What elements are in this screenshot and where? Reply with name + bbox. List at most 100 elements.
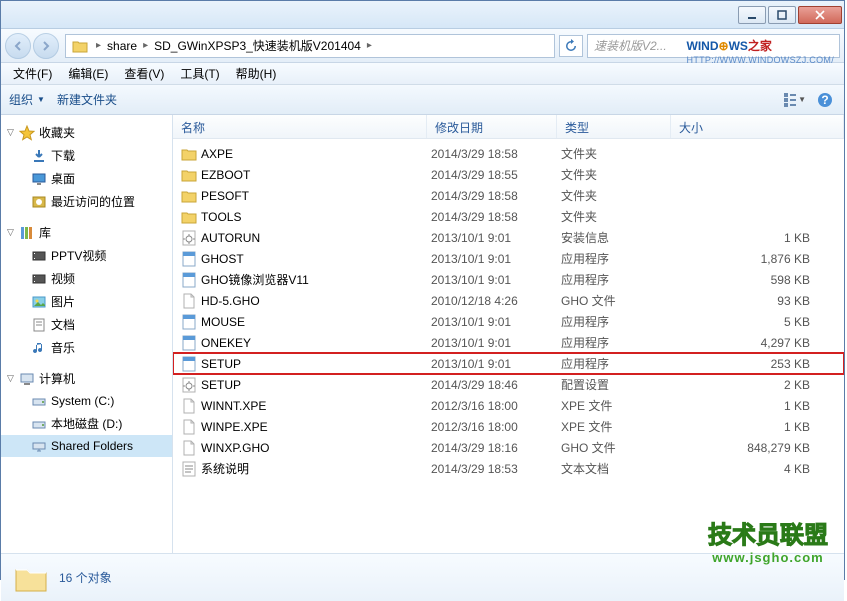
minimize-button[interactable] — [738, 6, 766, 24]
file-date: 2013/10/1 9:01 — [431, 336, 561, 350]
column-size[interactable]: 大小 — [671, 115, 844, 138]
desktop-icon — [31, 171, 47, 187]
file-size: 848,279 KB — [675, 441, 840, 455]
chevron-down-icon: ▼ — [37, 95, 45, 104]
file-size: 4,297 KB — [675, 336, 840, 350]
file-date: 2013/10/1 9:01 — [431, 357, 561, 371]
sidebar-item[interactable]: 最近访问的位置 — [1, 190, 172, 213]
chevron-right-icon: ▸ — [94, 40, 103, 51]
file-row[interactable]: AUTORUN2013/10/1 9:01安装信息1 KB — [173, 227, 844, 248]
file-date: 2013/10/1 9:01 — [431, 315, 561, 329]
file-row[interactable]: TOOLS2014/3/29 18:58文件夹 — [173, 206, 844, 227]
file-type: XPE 文件 — [561, 418, 675, 435]
column-type[interactable]: 类型 — [557, 115, 671, 138]
file-type: 文件夹 — [561, 208, 675, 225]
file-row[interactable]: EZBOOT2014/3/29 18:55文件夹 — [173, 164, 844, 185]
file-name: PESOFT — [201, 189, 431, 203]
statusbar: 16 个对象 — [1, 553, 844, 601]
sidebar-item[interactable]: 下载 — [1, 144, 172, 167]
sidebar-item[interactable]: System (C:) — [1, 390, 172, 412]
column-headers: 名称 修改日期 类型 大小 — [173, 115, 844, 139]
file-type: GHO 文件 — [561, 439, 675, 456]
sidebar-item[interactable]: 音乐 — [1, 336, 172, 359]
breadcrumb-item-0[interactable]: share — [103, 35, 141, 57]
file-row[interactable]: AXPE2014/3/29 18:58文件夹 — [173, 143, 844, 164]
file-row[interactable]: GHOST2013/10/1 9:01应用程序1,876 KB — [173, 248, 844, 269]
column-date[interactable]: 修改日期 — [427, 115, 557, 138]
file-row[interactable]: SETUP2013/10/1 9:01应用程序253 KB — [173, 353, 844, 374]
app-icon — [181, 335, 197, 351]
sidebar-item[interactable]: Shared Folders — [1, 435, 172, 457]
sidebar-item-label: 最近访问的位置 — [51, 193, 135, 210]
file-date: 2014/3/29 18:58 — [431, 189, 561, 203]
sidebar: ▽收藏夹下载桌面最近访问的位置 ▽库PPTV视频视频图片文档音乐 ▽ 计算机 Syste… — [1, 115, 173, 553]
file-row[interactable]: PESOFT2014/3/29 18:58文件夹 — [173, 185, 844, 206]
file-row[interactable]: GHO镜像浏览器V112013/10/1 9:01应用程序598 KB — [173, 269, 844, 290]
back-button[interactable] — [5, 33, 31, 59]
file-name: AXPE — [201, 147, 431, 161]
chevron-right-icon: ▸ — [365, 40, 374, 51]
file-name: WINPE.XPE — [201, 420, 431, 434]
sidebar-item-label: 图片 — [51, 293, 75, 310]
forward-button[interactable] — [33, 33, 59, 59]
file-date: 2014/3/29 18:58 — [431, 210, 561, 224]
file-row[interactable]: WINPE.XPE2012/3/16 18:00XPE 文件1 KB — [173, 416, 844, 437]
menu-file[interactable]: 文件(F) — [5, 63, 60, 84]
picture-icon — [31, 294, 47, 310]
sidebar-item[interactable]: 图片 — [1, 290, 172, 313]
sidebar-item[interactable]: 文档 — [1, 313, 172, 336]
sidebar-item[interactable]: 视频 — [1, 267, 172, 290]
file-row[interactable]: WINXP.GHO2014/3/29 18:16GHO 文件848,279 KB — [173, 437, 844, 458]
maximize-button[interactable] — [768, 6, 796, 24]
folder-icon — [181, 209, 197, 225]
sidebar-item[interactable]: PPTV视频 — [1, 244, 172, 267]
menu-tools[interactable]: 工具(T) — [172, 63, 227, 84]
sidebar-item[interactable]: 本地磁盘 (D:) — [1, 412, 172, 435]
file-name: TOOLS — [201, 210, 431, 224]
file-row[interactable]: SETUP2014/3/29 18:46配置设置2 KB — [173, 374, 844, 395]
file-row[interactable]: HD-5.GHO2010/12/18 4:26GHO 文件93 KB — [173, 290, 844, 311]
refresh-button[interactable] — [559, 35, 583, 57]
file-type: 文本文档 — [561, 460, 675, 477]
file-list: 名称 修改日期 类型 大小 AXPE2014/3/29 18:58文件夹EZBO… — [173, 115, 844, 553]
file-icon — [181, 293, 197, 309]
file-type: XPE 文件 — [561, 397, 675, 414]
tree-header[interactable]: ▽库 — [1, 221, 172, 244]
tree-header-label: 收藏夹 — [39, 124, 75, 141]
txt-icon — [181, 461, 197, 477]
file-row[interactable]: MOUSE2013/10/1 9:01应用程序5 KB — [173, 311, 844, 332]
menu-help[interactable]: 帮助(H) — [228, 63, 285, 84]
file-row[interactable]: WINNT.XPE2012/3/16 18:00XPE 文件1 KB — [173, 395, 844, 416]
tree-header-label: 计算机 — [39, 370, 75, 387]
search-box[interactable]: 速装机版V2... — [587, 34, 840, 58]
document-icon — [31, 317, 47, 333]
help-button[interactable]: ? — [814, 89, 836, 111]
chevron-down-icon: ▽ — [7, 373, 19, 384]
file-rows: AXPE2014/3/29 18:58文件夹EZBOOT2014/3/29 18… — [173, 139, 844, 553]
close-button[interactable] — [798, 6, 842, 24]
new-folder-button[interactable]: 新建文件夹 — [57, 91, 117, 108]
video-icon — [31, 248, 47, 264]
breadcrumb-item-1[interactable]: SD_GWinXPSP3_快速装机版V201404 — [150, 35, 365, 57]
file-row[interactable]: 系统说明2014/3/29 18:53文本文档4 KB — [173, 458, 844, 479]
breadcrumb-root[interactable] — [68, 35, 94, 57]
star-icon — [19, 125, 35, 141]
file-row[interactable]: ONEKEY2013/10/1 9:01应用程序4,297 KB — [173, 332, 844, 353]
breadcrumb[interactable]: ▸ share ▸ SD_GWinXPSP3_快速装机版V201404 ▸ — [65, 34, 555, 58]
app-icon — [181, 356, 197, 372]
help-icon: ? — [817, 92, 833, 108]
view-mode-button[interactable]: ▼ — [784, 89, 806, 111]
column-name[interactable]: 名称 — [173, 115, 427, 138]
file-type: 应用程序 — [561, 355, 675, 372]
menu-view[interactable]: 查看(V) — [116, 63, 172, 84]
toolbar: 组织▼ 新建文件夹 ▼ ? — [1, 85, 844, 115]
drive-icon — [31, 393, 47, 409]
organize-button[interactable]: 组织▼ — [9, 91, 45, 108]
chevron-down-icon: ▼ — [798, 95, 806, 104]
sidebar-item[interactable]: 桌面 — [1, 167, 172, 190]
tree-header[interactable]: ▽ 计算机 — [1, 367, 172, 390]
titlebar — [1, 1, 844, 29]
list-view-icon — [784, 93, 796, 107]
menu-edit[interactable]: 编辑(E) — [60, 63, 116, 84]
tree-header[interactable]: ▽收藏夹 — [1, 121, 172, 144]
